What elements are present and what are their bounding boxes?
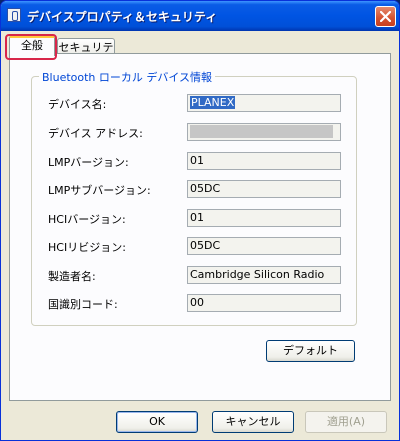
cancel-button[interactable]: キャンセル: [212, 411, 294, 433]
device-address-value: ■■:■■:■■:■■:■■:■■: [190, 125, 334, 138]
device-address-label: デバイス アドレス:: [48, 127, 143, 140]
device-name-value: PLANEX: [190, 96, 236, 109]
manufacturer-label: 製造者名:: [48, 270, 96, 283]
hci-version-label: HCIバージョン:: [48, 213, 126, 226]
close-icon: [380, 11, 391, 22]
device-name-label: デバイス名:: [48, 98, 107, 111]
hci-revision-label: HCIリビジョン:: [48, 241, 126, 254]
device-info-group: [31, 76, 357, 326]
default-button[interactable]: デフォルト: [266, 340, 355, 362]
ok-button[interactable]: OK: [116, 411, 198, 433]
group-legend: Bluetooth ローカル デバイス情報: [39, 69, 216, 85]
window-title: デバイスプロパティ＆セキュリティ: [27, 10, 218, 24]
country-code-field[interactable]: 00: [187, 294, 341, 312]
title-bar[interactable]: デバイスプロパティ＆セキュリティ: [1, 1, 399, 31]
device-address-field[interactable]: ■■:■■:■■:■■:■■:■■: [187, 123, 341, 141]
properties-dialog: デバイスプロパティ＆セキュリティ 全般 セキュリティ Bluetooth ローカ…: [0, 0, 400, 441]
device-name-field[interactable]: PLANEX: [187, 94, 341, 112]
lmp-subversion-label: LMPサブバージョン:: [48, 184, 151, 197]
tab-highlight-box: [5, 34, 57, 60]
apply-button[interactable]: 適用(A): [305, 411, 387, 433]
app-icon: [7, 8, 21, 22]
hci-version-field[interactable]: 01: [187, 209, 341, 227]
close-button[interactable]: [375, 6, 396, 27]
lmp-version-field[interactable]: 01: [187, 152, 341, 170]
hci-revision-field[interactable]: 05DC: [187, 237, 341, 255]
manufacturer-field[interactable]: Cambridge Silicon Radio: [187, 266, 341, 284]
lmp-subversion-field[interactable]: 05DC: [187, 180, 341, 198]
lmp-version-label: LMPバージョン:: [48, 156, 129, 169]
country-code-label: 国識別コード:: [48, 298, 118, 311]
